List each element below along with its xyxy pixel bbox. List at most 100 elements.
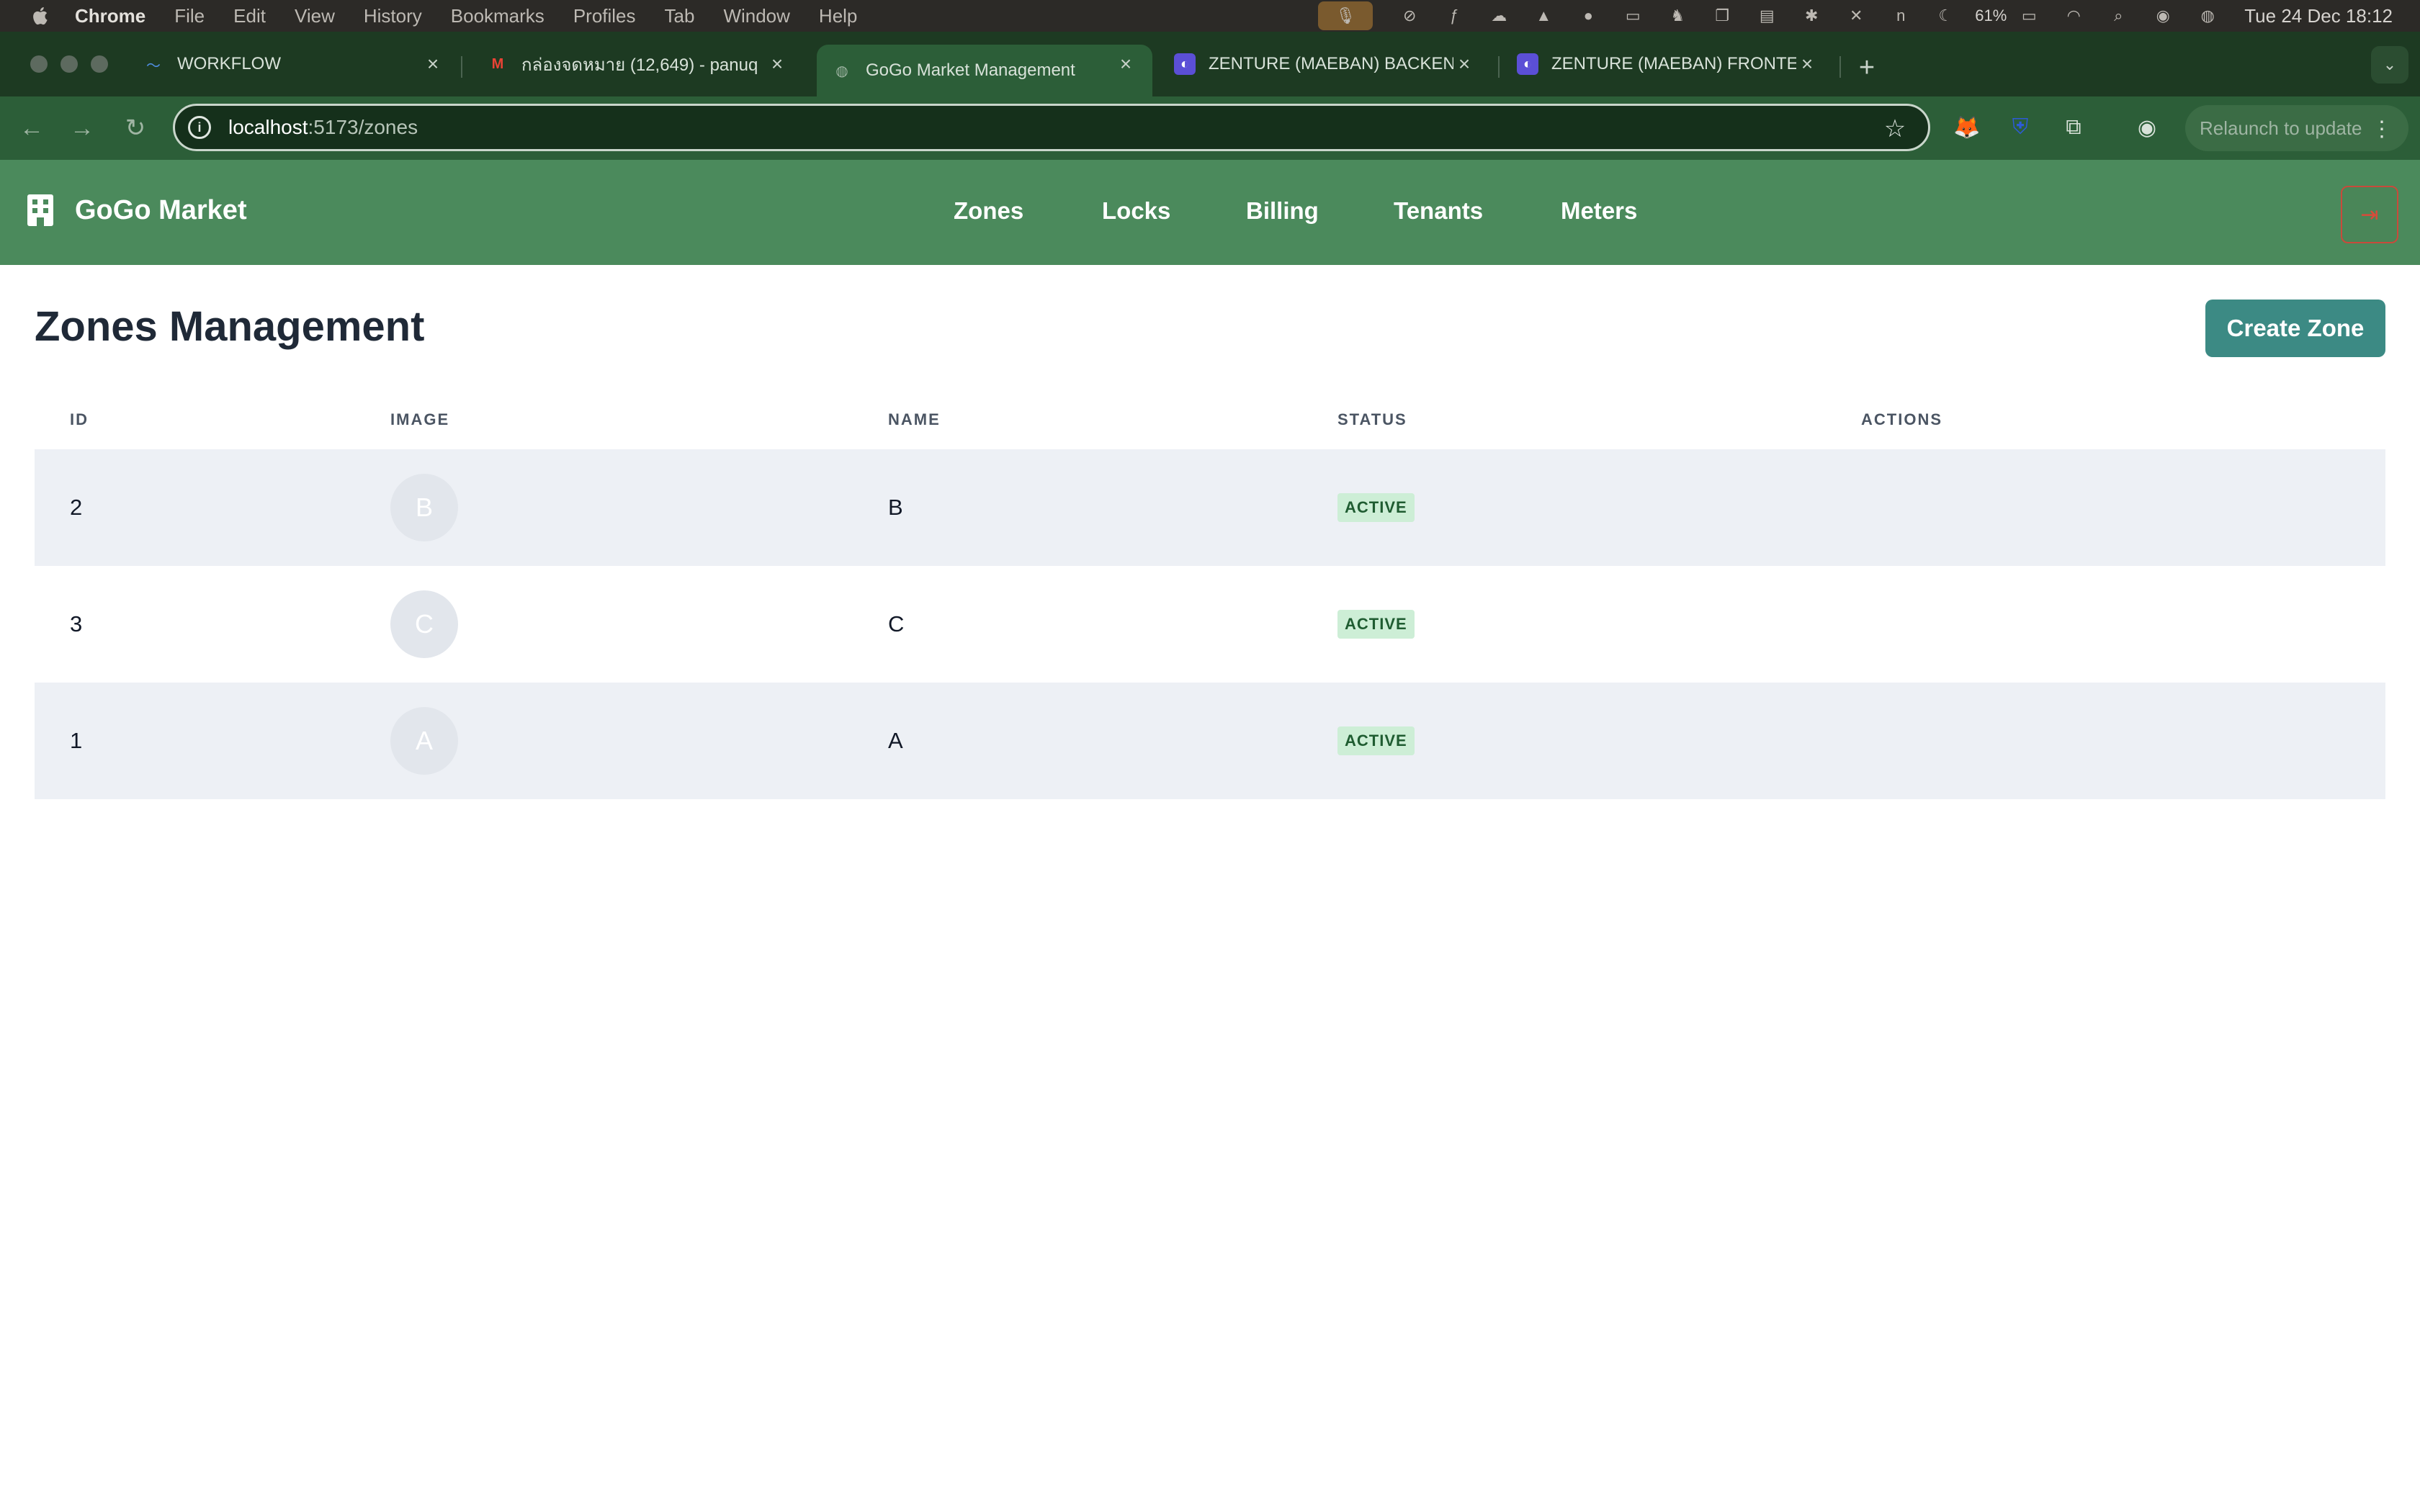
- no-pen-icon[interactable]: ⊘: [1397, 6, 1422, 25]
- cell-image: B: [390, 449, 458, 566]
- zoom-window-button[interactable]: [91, 55, 108, 73]
- shield-extension-icon[interactable]: ⛨: [2004, 111, 2037, 144]
- menu-history[interactable]: History: [364, 5, 422, 27]
- new-tab-icon[interactable]: +: [1851, 52, 1883, 84]
- close-tab-icon[interactable]: ×: [1115, 53, 1137, 75]
- address-url[interactable]: localhost:5173/zones: [228, 116, 418, 139]
- tab-workflow[interactable]: 〜 WORKFLOW ×: [128, 45, 460, 84]
- cell-name: C: [888, 611, 905, 636]
- nav-locks[interactable]: Locks: [1102, 197, 1170, 225]
- siri-icon[interactable]: ◍: [2195, 6, 2220, 25]
- microphone-icon[interactable]: 🎙: [1318, 1, 1373, 30]
- metamask-extension-icon[interactable]: 🦊: [1950, 111, 1984, 144]
- close-tab-icon[interactable]: ×: [422, 53, 444, 75]
- tab-zenture-backend[interactable]: ◐ ZENTURE (MAEBAN) BACKEN ×: [1160, 45, 1491, 84]
- zones-table: ID IMAGE NAME STATUS ACTIONS 2 B B ACTIV…: [35, 393, 2385, 799]
- forward-arrow-icon[interactable]: →: [66, 112, 98, 144]
- menu-bookmarks[interactable]: Bookmarks: [451, 5, 544, 27]
- create-zone-button[interactable]: Create Zone: [2205, 300, 2385, 357]
- building-icon: [27, 194, 53, 226]
- tab-search-chevron-icon[interactable]: ⌄: [2371, 46, 2408, 84]
- reload-icon[interactable]: ↻: [120, 112, 151, 144]
- close-window-button[interactable]: [30, 55, 48, 73]
- back-arrow-icon[interactable]: ←: [16, 112, 48, 144]
- tab-title: กล่องจดหมาย (12,649) - panuq: [521, 55, 758, 75]
- line-icon[interactable]: ●: [1576, 6, 1600, 25]
- nav-tenants[interactable]: Tenants: [1394, 197, 1483, 225]
- close-tab-icon[interactable]: ×: [1796, 53, 1818, 75]
- address-bar[interactable]: i localhost:5173/zones ☆: [173, 104, 1930, 151]
- battery-icon[interactable]: ▭: [2017, 6, 2041, 25]
- apple-icon[interactable]: [29, 5, 50, 27]
- status-badge: ACTIVE: [1337, 610, 1415, 639]
- nav-zones[interactable]: Zones: [954, 197, 1023, 225]
- menu-clock[interactable]: Tue 24 Dec 18:12: [2244, 5, 2393, 27]
- zenture-favicon-icon: ◐: [1517, 53, 1538, 75]
- table-header: ID IMAGE NAME STATUS ACTIONS: [35, 393, 2385, 449]
- column-header-name: NAME: [888, 410, 941, 428]
- nav-meters[interactable]: Meters: [1561, 197, 1637, 225]
- menu-tab[interactable]: Tab: [665, 5, 695, 27]
- table-row[interactable]: 2 B B ACTIVE: [35, 449, 2385, 566]
- close-tab-icon[interactable]: ×: [1453, 53, 1475, 75]
- app-header: GoGo Market Zones Locks Billing Tenants …: [0, 160, 2420, 265]
- tab-title: ZENTURE (MAEBAN) BACKEN: [1209, 54, 1453, 73]
- menu-file[interactable]: File: [174, 5, 205, 27]
- figma-icon[interactable]: ƒ: [1442, 6, 1466, 25]
- stage-manager-icon[interactable]: ▤: [1754, 6, 1779, 25]
- tab-separator: [1839, 56, 1841, 78]
- macos-menu-bar: Chrome File Edit View History Bookmarks …: [0, 0, 2420, 32]
- bluetooth-icon[interactable]: ✱: [1799, 6, 1824, 25]
- cell-id: 3: [70, 611, 83, 636]
- cell-status: ACTIVE: [1337, 683, 1415, 799]
- page-title: Zones Management: [35, 303, 425, 350]
- menu-app-name[interactable]: Chrome: [75, 5, 145, 27]
- tab-separator: [461, 56, 462, 78]
- zenture-favicon-icon: ◐: [1174, 53, 1196, 75]
- chrome-menu-icon[interactable]: ⋮: [2371, 117, 2393, 142]
- menu-profiles[interactable]: Profiles: [573, 5, 636, 27]
- profile-avatar-icon[interactable]: ◉: [2130, 111, 2164, 144]
- weather-icon[interactable]: ☁: [1487, 6, 1511, 25]
- column-header-status: STATUS: [1337, 410, 1407, 428]
- sign-out-icon: ⇥: [2360, 202, 2379, 227]
- menu-window[interactable]: Window: [723, 5, 789, 27]
- zone-avatar: A: [390, 707, 458, 775]
- brand-name: GoGo Market: [75, 194, 247, 225]
- zone-avatar: C: [390, 590, 458, 658]
- menu-help[interactable]: Help: [819, 5, 857, 27]
- table-row[interactable]: 1 A A ACTIVE: [35, 683, 2385, 799]
- relaunch-to-update-button[interactable]: Relaunch to update ⋮: [2185, 105, 2408, 151]
- url-path: :5173/zones: [308, 116, 418, 138]
- spotlight-icon[interactable]: ⌕: [2106, 6, 2130, 25]
- chrome-tab-strip: 〜 WORKFLOW × M กล่องจดหมาย (12,649) - pa…: [0, 32, 2420, 96]
- cell-id: 1: [70, 728, 83, 753]
- extensions-puzzle-icon[interactable]: ⧉: [2057, 111, 2090, 144]
- tab-gmail[interactable]: M กล่องจดหมาย (12,649) - panuq ×: [472, 45, 804, 84]
- display-icon[interactable]: ▭: [1621, 6, 1645, 25]
- tab-gogo-market[interactable]: ◍ GoGo Market Management ×: [817, 45, 1152, 96]
- brand[interactable]: GoGo Market: [26, 193, 247, 228]
- menu-edit[interactable]: Edit: [233, 5, 266, 27]
- site-info-icon[interactable]: i: [188, 116, 211, 139]
- mute-icon[interactable]: ✕: [1844, 6, 1868, 25]
- windows-icon[interactable]: ❐: [1710, 6, 1734, 25]
- drive-icon[interactable]: ▲: [1531, 6, 1556, 25]
- nav-billing[interactable]: Billing: [1246, 197, 1319, 225]
- horse-icon[interactable]: ♞: [1665, 6, 1690, 25]
- column-header-id: ID: [70, 410, 89, 428]
- logout-button[interactable]: ⇥: [2341, 186, 2398, 243]
- moon-icon[interactable]: ☾: [1933, 6, 1958, 25]
- table-row[interactable]: 3 C C ACTIVE: [35, 566, 2385, 683]
- input-source-icon[interactable]: n: [1888, 6, 1913, 25]
- close-tab-icon[interactable]: ×: [766, 53, 788, 75]
- bookmark-star-icon[interactable]: ☆: [1881, 114, 1909, 143]
- url-host: localhost: [228, 116, 308, 138]
- minimize-window-button[interactable]: [60, 55, 78, 73]
- wifi-icon[interactable]: ◠: [2061, 6, 2086, 25]
- column-header-image: IMAGE: [390, 410, 450, 428]
- menu-view[interactable]: View: [295, 5, 335, 27]
- tab-zenture-frontend[interactable]: ◐ ZENTURE (MAEBAN) FRONTE ×: [1502, 45, 1834, 84]
- control-center-icon[interactable]: ◉: [2151, 6, 2175, 25]
- cell-name: A: [888, 728, 903, 753]
